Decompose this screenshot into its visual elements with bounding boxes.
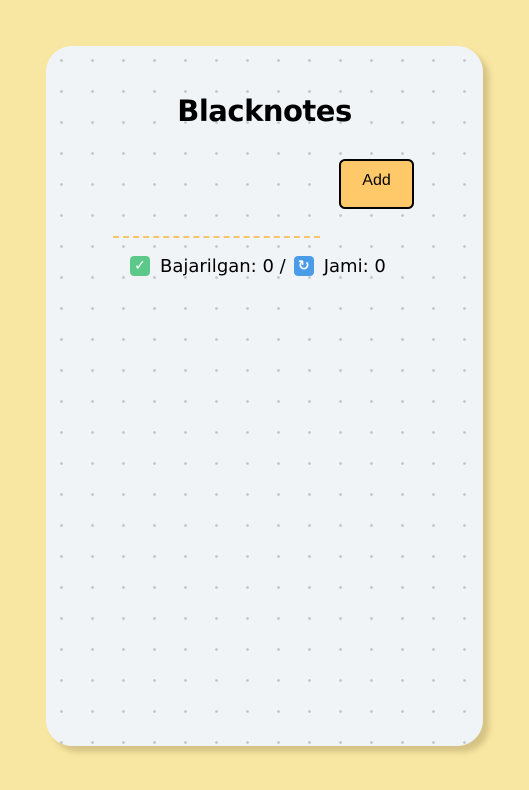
app-title: Blacknotes: [177, 94, 352, 128]
add-button[interactable]: Add: [339, 159, 414, 209]
check-mark-button-icon: ✓: [130, 256, 150, 276]
counterclockwise-arrows-icon: ↻: [293, 256, 314, 276]
total-count: Jami: 0: [323, 255, 386, 277]
task-input[interactable]: [113, 216, 320, 238]
stats-bar: ✓ Bajarilgan: 0 / ↻ Jami: 0: [130, 254, 386, 278]
done-count: Bajarilgan: 0 /: [160, 255, 286, 277]
todo-card: Blacknotes Add ✓ Bajarilgan: 0 / ↻ Jami:…: [46, 46, 483, 746]
